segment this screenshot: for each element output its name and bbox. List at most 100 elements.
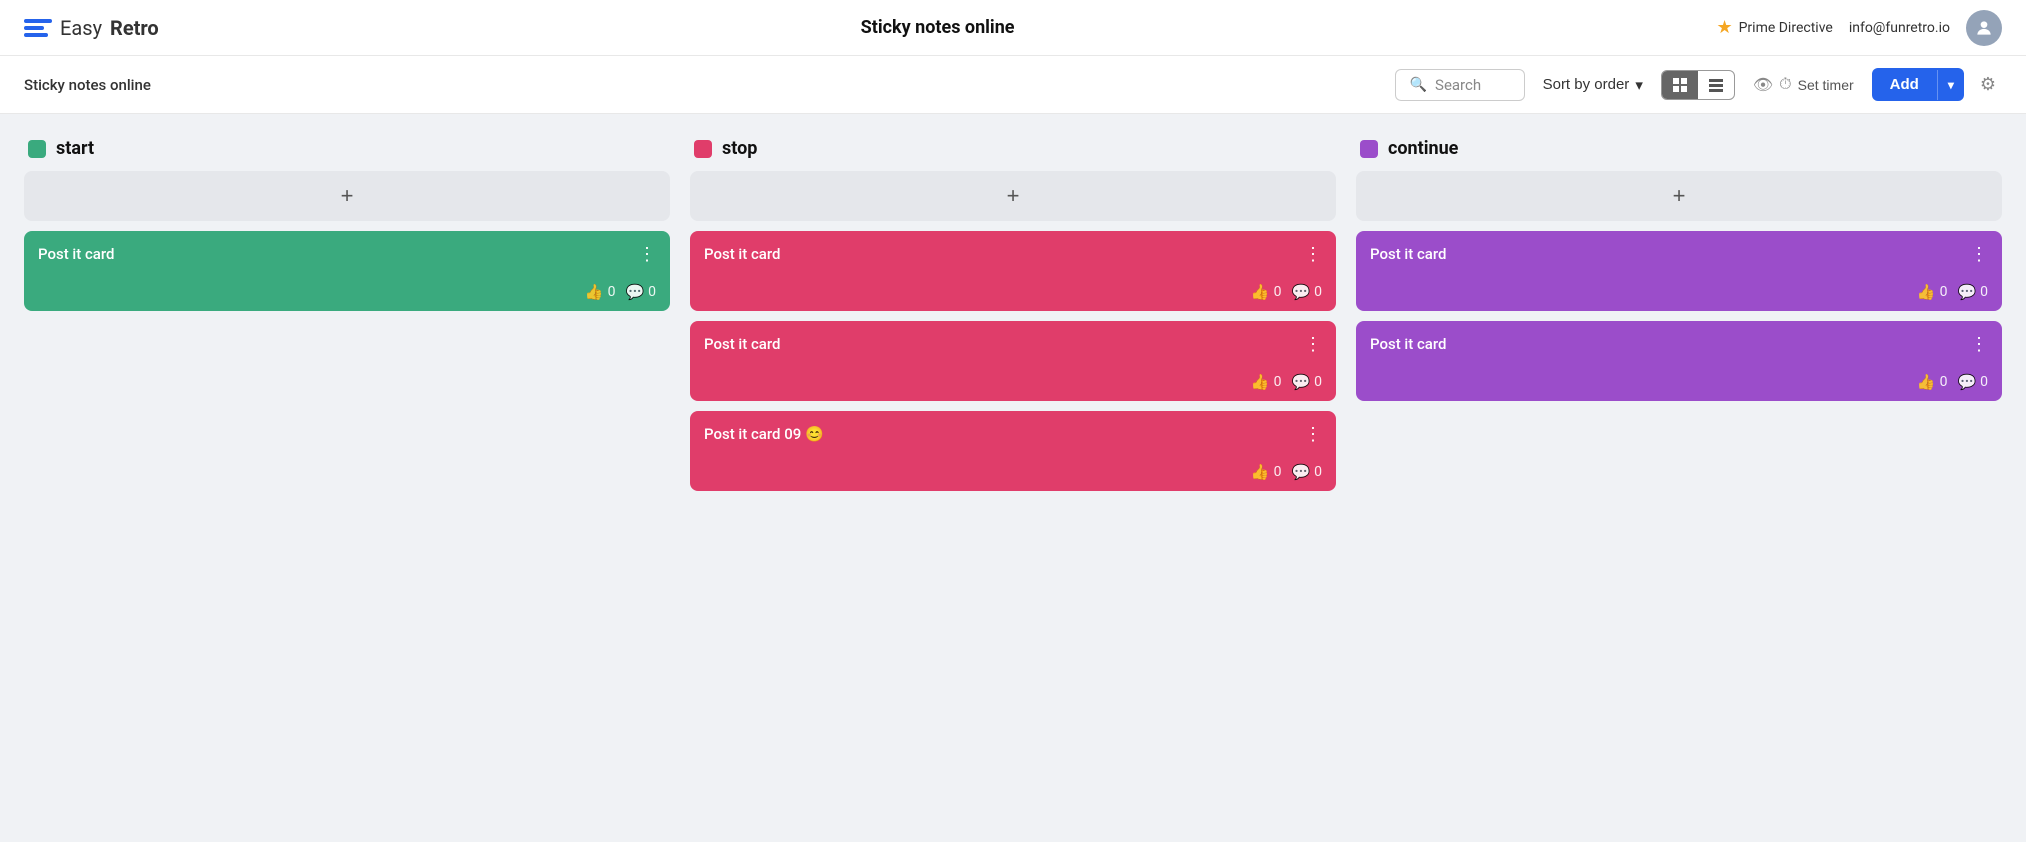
add-card-button-stop[interactable]: + bbox=[690, 171, 1336, 221]
comment-icon: 💬 bbox=[1291, 373, 1310, 391]
column-continue: continue+Post it card⋮👍0💬0Post it card⋮👍… bbox=[1356, 138, 2002, 411]
card-footer: 👍0💬0 bbox=[1370, 373, 1988, 391]
card-footer: 👍0💬0 bbox=[704, 283, 1322, 301]
card-footer: 👍0💬0 bbox=[38, 283, 656, 301]
clock-icon: ⏱ bbox=[1779, 76, 1791, 94]
card-text: Post it card bbox=[1370, 245, 1962, 263]
thumbs-up-icon: 👍 bbox=[1251, 463, 1270, 481]
search-label: Search bbox=[1435, 76, 1481, 94]
comment-icon: 💬 bbox=[1291, 463, 1310, 481]
card-top: Post it card⋮ bbox=[1370, 245, 1988, 263]
eye-icon: 👁 bbox=[1753, 75, 1773, 95]
comments-count: 0 bbox=[1314, 464, 1322, 480]
add-button-label: Add bbox=[1872, 68, 1937, 101]
thumbs-up-icon: 👍 bbox=[1251, 373, 1270, 391]
timer-label: Set timer bbox=[1798, 77, 1854, 93]
card-text: Post it card bbox=[704, 335, 1296, 353]
card-comments: 💬0 bbox=[1291, 283, 1322, 301]
card-menu-button[interactable]: ⋮ bbox=[1962, 335, 1988, 353]
thumbs-up-icon: 👍 bbox=[1251, 283, 1270, 301]
likes-count: 0 bbox=[1940, 284, 1948, 300]
user-email: info@funretro.io bbox=[1849, 20, 1950, 36]
logo[interactable]: Easy Retro bbox=[24, 16, 159, 40]
column-header-continue: continue bbox=[1356, 138, 2002, 159]
card-comments: 💬0 bbox=[625, 283, 656, 301]
add-button[interactable]: Add ▾ bbox=[1872, 68, 1964, 101]
sort-label: Sort by order bbox=[1543, 76, 1630, 93]
card: Post it card⋮ 👍0 💬0 bbox=[1356, 231, 2002, 311]
card-comments: 💬0 bbox=[1957, 373, 1988, 391]
card-comments: 💬0 bbox=[1957, 283, 1988, 301]
card-likes: 👍0 bbox=[1251, 373, 1282, 391]
logo-text-easy: Easy bbox=[60, 16, 102, 40]
likes-count: 0 bbox=[1274, 374, 1282, 390]
grid-view-button[interactable] bbox=[1662, 71, 1698, 99]
card: Post it card⋮👍0💬0 bbox=[1356, 321, 2002, 401]
column-title-stop: stop bbox=[722, 138, 757, 159]
header-title: Sticky notes online bbox=[861, 17, 1015, 38]
column-start: start + Post it card⋮ 👍0💬0 bbox=[24, 138, 670, 321]
timer-button[interactable]: 👁 ⏱ Set timer bbox=[1745, 69, 1862, 101]
search-icon: 🔍 bbox=[1410, 77, 1427, 93]
card-top: Post it card 09 😊⋮ bbox=[704, 425, 1322, 443]
card-menu-button[interactable]: ⋮ bbox=[630, 245, 656, 263]
column-stop: stop+Post it card⋮👍0💬0Post it card⋮👍0💬0P… bbox=[690, 138, 1336, 501]
sort-button[interactable]: Sort by order ▾ bbox=[1535, 70, 1651, 100]
logo-text-retro: Retro bbox=[110, 16, 159, 40]
board-name-label: Sticky notes online bbox=[24, 76, 1383, 94]
card-top: Post it card⋮ bbox=[704, 245, 1322, 263]
card-top: Post it card⋮ bbox=[38, 245, 656, 263]
comments-count: 0 bbox=[1314, 374, 1322, 390]
header-right: ★ Prime Directive info@funretro.io bbox=[1716, 10, 2002, 46]
card: Post it card⋮👍0💬0 bbox=[690, 231, 1336, 311]
card-footer: 👍0💬0 bbox=[704, 373, 1322, 391]
card-comments: 💬0 bbox=[1291, 373, 1322, 391]
card-footer: 👍0 💬0 bbox=[1370, 283, 1988, 301]
card-comments: 💬0 bbox=[1291, 463, 1322, 481]
logo-icon bbox=[24, 19, 52, 37]
list-view-button[interactable] bbox=[1698, 71, 1734, 99]
card-top: Post it card⋮ bbox=[1370, 335, 1988, 353]
card-likes: 👍0 bbox=[1251, 283, 1282, 301]
column-title-continue: continue bbox=[1388, 138, 1458, 159]
column-color-start bbox=[28, 140, 46, 158]
comment-icon: 💬 bbox=[625, 283, 644, 301]
likes-count: 0 bbox=[1940, 374, 1948, 390]
comments-count: 0 bbox=[1980, 374, 1988, 390]
likes-count: 0 bbox=[608, 284, 616, 300]
comment-icon: 💬 bbox=[1957, 283, 1976, 301]
card: Post it card 09 😊⋮👍0💬0 bbox=[690, 411, 1336, 491]
card-menu-button[interactable]: ⋮ bbox=[1296, 335, 1322, 353]
card-menu-button[interactable]: ⋮ bbox=[1296, 245, 1322, 263]
card-likes: 👍0 bbox=[1251, 463, 1282, 481]
likes-count: 0 bbox=[1274, 284, 1282, 300]
add-chevron-icon: ▾ bbox=[1937, 70, 1964, 100]
card-text: Post it card bbox=[1370, 335, 1962, 353]
likes-count: 0 bbox=[1274, 464, 1282, 480]
thumbs-up-icon: 👍 bbox=[1917, 283, 1936, 301]
prime-directive-link[interactable]: ★ Prime Directive bbox=[1716, 17, 1832, 38]
toolbar-controls: 🔍 Search Sort by order ▾ 👁 ⏱ Set timer A… bbox=[1395, 68, 2002, 101]
comments-count: 0 bbox=[648, 284, 656, 300]
toolbar: Sticky notes online 🔍 Search Sort by ord… bbox=[0, 56, 2026, 114]
top-header: Easy Retro Sticky notes online ★ Prime Di… bbox=[0, 0, 2026, 56]
column-color-continue bbox=[1360, 140, 1378, 158]
column-header-start: start bbox=[24, 138, 670, 159]
card: Post it card⋮👍0💬0 bbox=[690, 321, 1336, 401]
board: start+Post it card⋮👍0💬0stop+Post it card… bbox=[0, 114, 2026, 525]
settings-button[interactable]: ⚙ bbox=[1974, 68, 2002, 101]
card-text: Post it card bbox=[38, 245, 630, 263]
column-color-stop bbox=[694, 140, 712, 158]
card-menu-button[interactable]: ⋮ bbox=[1962, 245, 1988, 263]
avatar[interactable] bbox=[1966, 10, 2002, 46]
view-toggle bbox=[1661, 70, 1735, 100]
card-top: Post it card⋮ bbox=[704, 335, 1322, 353]
column-title-start: start bbox=[56, 138, 94, 159]
card-menu-button[interactable]: ⋮ bbox=[1296, 425, 1322, 443]
card-likes: 👍0 bbox=[1917, 373, 1948, 391]
comment-icon: 💬 bbox=[1291, 283, 1310, 301]
comment-icon: 💬 bbox=[1957, 373, 1976, 391]
add-card-button-start[interactable]: + bbox=[24, 171, 670, 221]
add-card-button-continue[interactable]: + bbox=[1356, 171, 2002, 221]
search-box[interactable]: 🔍 Search bbox=[1395, 69, 1525, 101]
